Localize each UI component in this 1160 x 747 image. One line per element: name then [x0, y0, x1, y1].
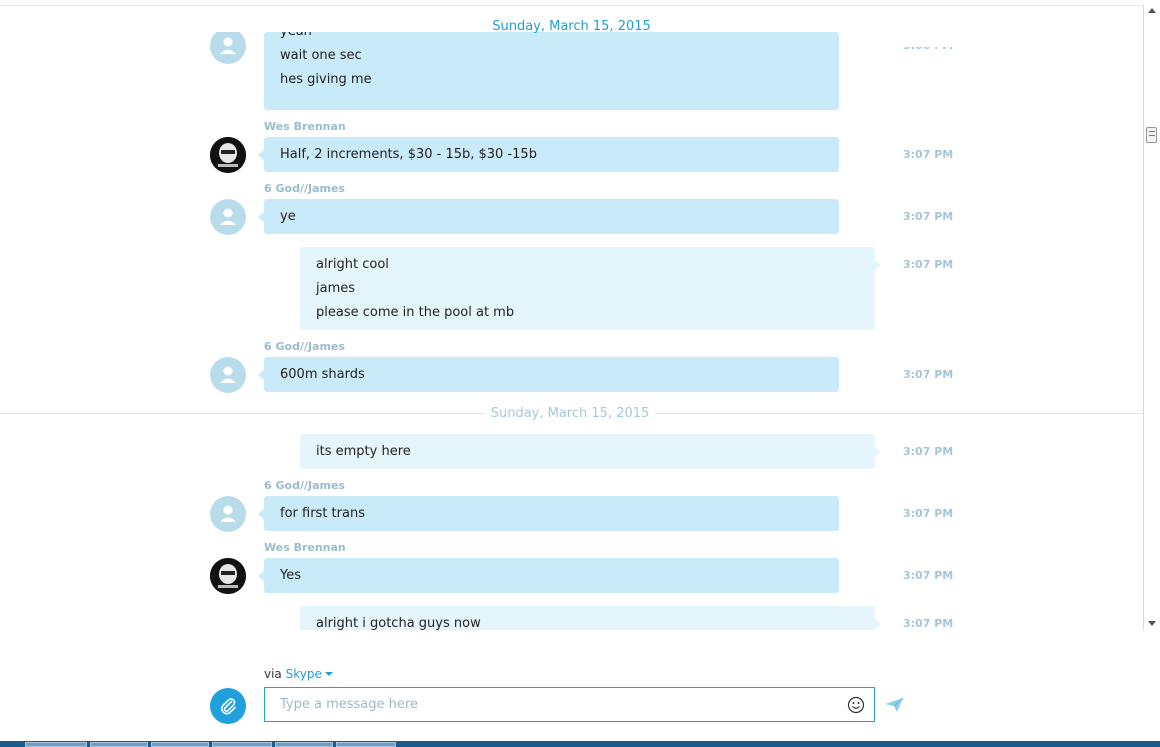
message-bubble[interactable]: ye	[258, 199, 839, 234]
sender-name: Wes Brennan	[264, 541, 346, 554]
taskbar-button[interactable]	[151, 742, 209, 747]
taskbar-button[interactable]	[275, 742, 333, 747]
via-selector[interactable]: via Skype	[264, 667, 333, 681]
message-time: 3:07 PM	[903, 148, 954, 161]
scrollbar-thumb[interactable]	[1146, 127, 1157, 143]
taskbar	[0, 741, 1160, 747]
message-text: its empty here	[316, 444, 411, 459]
via-label: via	[264, 667, 282, 681]
message-time: 3:07 PM	[903, 368, 954, 381]
date-header-text: Sunday, March 15, 2015	[492, 19, 651, 34]
sender-name: Wes Brennan	[264, 120, 346, 133]
taskbar-button[interactable]	[25, 742, 87, 747]
message-time: 3:07 PM	[903, 569, 954, 582]
date-divider: Sunday, March 15, 2015	[0, 406, 1143, 422]
sender-name: 6 God//James	[264, 479, 345, 492]
message-text: hes giving me	[280, 72, 372, 87]
scroll-down-arrow-icon[interactable]	[1148, 621, 1156, 626]
avatar[interactable]	[210, 28, 246, 64]
service-link[interactable]: Skype	[286, 667, 322, 681]
message-time: 3:07 PM	[903, 617, 954, 630]
avatar[interactable]	[210, 496, 246, 532]
avatar[interactable]	[210, 357, 246, 393]
profile-photo-icon	[210, 558, 246, 594]
person-icon	[220, 208, 236, 225]
message-bubble[interactable]: 600m shards	[258, 357, 839, 392]
avatar[interactable]	[210, 558, 246, 594]
send-icon[interactable]	[884, 697, 904, 713]
taskbar-button[interactable]	[212, 742, 272, 747]
message-time: 3:07 PM	[903, 210, 954, 223]
message-bubble-outgoing[interactable]: alright cool james please come in the po…	[300, 247, 881, 330]
message-bubble[interactable]: Half, 2 increments, $30 - 15b, $30 -15b	[258, 137, 839, 172]
attach-button[interactable]	[210, 688, 246, 724]
avatar[interactable]	[210, 199, 246, 235]
paperclip-icon	[221, 698, 236, 715]
message-text: alright cool	[316, 257, 389, 272]
message-bubble-outgoing[interactable]: alright i gotcha guys now	[300, 606, 881, 630]
message-text: ye	[280, 209, 296, 224]
smiley-icon[interactable]	[847, 696, 865, 714]
profile-photo-icon	[210, 137, 246, 173]
message-text: james	[316, 281, 356, 296]
message-text: please come in the pool at mb	[316, 305, 515, 320]
message-bubble[interactable]: for first trans	[258, 496, 839, 531]
avatar[interactable]	[210, 137, 246, 173]
chevron-down-icon[interactable]	[324, 672, 333, 676]
message-time: 3:07 PM	[903, 258, 954, 271]
person-icon	[220, 37, 236, 54]
message-text: wait one sec	[280, 48, 362, 63]
sender-name: 6 God//James	[264, 182, 345, 195]
message-bubble[interactable]: yeah wait one sec hes giving me	[264, 32, 839, 110]
message-input-placeholder: Type a message here	[280, 697, 418, 712]
message-bubble[interactable]: Yes	[258, 558, 839, 593]
scroll-up-arrow-icon[interactable]	[1148, 8, 1156, 13]
message-time: 3:07 PM	[903, 445, 954, 458]
message-bubble-outgoing[interactable]: its empty here	[300, 434, 881, 469]
message-text: alright i gotcha guys now	[316, 616, 481, 630]
scrollbar[interactable]	[1144, 5, 1160, 630]
message-text: 600m shards	[280, 367, 365, 382]
message-text: for first trans	[280, 506, 365, 521]
message-text: Half, 2 increments, $30 - 15b, $30 -15b	[280, 147, 537, 162]
message-time: 3:06 PM	[903, 39, 954, 52]
date-divider-text: Sunday, March 15, 2015	[485, 406, 655, 421]
message-time: 3:07 PM	[903, 507, 954, 520]
message-text: Yes	[280, 568, 301, 583]
date-header: Sunday, March 15, 2015	[0, 6, 1143, 34]
person-icon	[220, 366, 236, 383]
sender-name: 6 God//James	[264, 340, 345, 353]
conversation-area[interactable]: yeah wait one sec hes giving me 3:06 PM …	[0, 6, 1143, 630]
message-input[interactable]: Type a message here	[264, 687, 875, 722]
taskbar-button[interactable]	[336, 742, 396, 747]
taskbar-button[interactable]	[90, 742, 148, 747]
person-icon	[220, 505, 236, 522]
